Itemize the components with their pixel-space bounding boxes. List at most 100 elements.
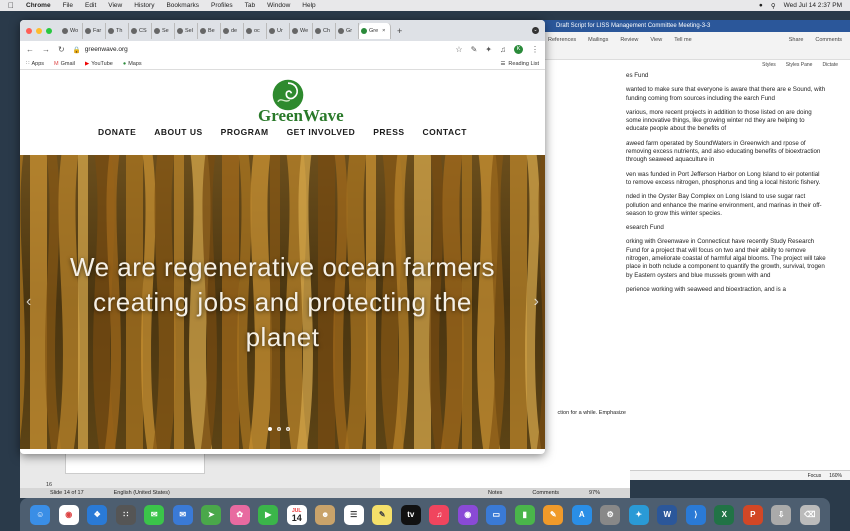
menu-bookmarks[interactable]: Bookmarks <box>166 2 199 9</box>
bookmark-youtube[interactable]: ▶ YouTube <box>85 61 113 67</box>
carousel-prev-arrow-icon[interactable]: ‹ <box>26 293 31 311</box>
music-icon[interactable]: ♫ <box>429 504 450 525</box>
address-bar[interactable]: 🔒 greenwave.org <box>73 44 448 56</box>
wifi-icon[interactable]: ● <box>759 2 763 9</box>
bookmark-gmail[interactable]: M Gmail <box>54 61 75 67</box>
browser-tab[interactable]: Sel <box>175 22 198 39</box>
system-preferences-icon[interactable]: ⚙ <box>600 504 621 525</box>
menu-view[interactable]: View <box>108 2 122 9</box>
focus-button[interactable]: Focus <box>808 473 822 479</box>
browser-tab[interactable]: Se <box>152 22 175 39</box>
nav-get-involved[interactable]: GET INVOLVED <box>287 127 356 137</box>
powerpoint-dock-icon[interactable]: P <box>742 504 763 525</box>
bookmark-maps[interactable]: ● Maps <box>123 61 142 67</box>
browser-tab[interactable]: We <box>290 22 313 39</box>
carousel-next-arrow-icon[interactable]: › <box>534 293 539 311</box>
nav-donate[interactable]: DONATE <box>98 127 136 137</box>
zoom-window-button[interactable] <box>46 27 52 34</box>
notes-button[interactable]: Notes <box>488 490 502 496</box>
menu-history[interactable]: History <box>134 2 154 9</box>
menu-file[interactable]: File <box>63 2 73 9</box>
chrome-dock-icon[interactable]: ◉ <box>58 504 79 525</box>
browser-tab[interactable]: Ur <box>267 22 290 39</box>
browser-tab[interactable]: Be <box>198 22 221 39</box>
word-tab-review[interactable]: Review <box>618 36 640 55</box>
back-icon[interactable]: ← <box>26 45 34 54</box>
safari-icon[interactable]: ❖ <box>87 504 108 525</box>
bookmark-star-icon[interactable]: ☆ <box>455 45 462 54</box>
tab-search-icon[interactable]: ⌄ <box>532 27 539 34</box>
apple-menu-icon[interactable]:  <box>8 1 14 10</box>
word-tell-me[interactable]: Tell me <box>672 36 693 55</box>
nav-about-us[interactable]: ABOUT US <box>154 127 202 137</box>
reminders-icon[interactable]: ☰ <box>343 504 364 525</box>
vscode-icon[interactable]: ⟩ <box>685 504 706 525</box>
menu-window[interactable]: Window <box>267 2 290 9</box>
comments-button[interactable]: Comments <box>532 490 559 496</box>
kebab-menu-icon[interactable]: ⋮ <box>531 45 539 54</box>
dictate-button[interactable]: Dictate <box>822 62 838 68</box>
nav-contact[interactable]: CONTACT <box>423 127 467 137</box>
reload-icon[interactable]: ↻ <box>58 45 65 54</box>
hero-carousel[interactable]: We are regenerative ocean farmers creati… <box>20 155 545 449</box>
profile-avatar[interactable]: K <box>514 45 523 54</box>
apple-tv-icon[interactable]: tv <box>400 504 421 525</box>
carousel-dot[interactable] <box>268 427 272 431</box>
finder-icon[interactable]: ☺ <box>30 504 51 525</box>
forward-icon[interactable]: → <box>42 45 50 54</box>
photos-icon[interactable]: ✿ <box>229 504 250 525</box>
podcasts-icon[interactable]: ◉ <box>457 504 478 525</box>
word-document-body[interactable]: es Fund wanted to make sure that everyon… <box>626 72 826 300</box>
facetime-icon[interactable]: ▶ <box>258 504 279 525</box>
menu-profiles[interactable]: Profiles <box>211 2 233 9</box>
slide-thumbnail[interactable] <box>65 452 205 474</box>
mail-icon[interactable]: ✉ <box>172 504 193 525</box>
word-share-button[interactable]: Share <box>787 36 806 55</box>
browser-tab[interactable]: oc <box>244 22 267 39</box>
menu-edit[interactable]: Edit <box>85 2 96 9</box>
browser-tab[interactable]: CS <box>129 22 152 39</box>
contacts-icon[interactable]: ☻ <box>315 504 336 525</box>
carousel-dot[interactable] <box>286 427 290 431</box>
trash-icon[interactable]: ⌫ <box>799 504 820 525</box>
browser-tab[interactable]: Wo <box>60 22 83 39</box>
keynote-icon[interactable]: ▭ <box>486 504 507 525</box>
ppt-zoom[interactable]: 97% <box>589 490 600 496</box>
reading-list-button[interactable]: ☰ Reading List <box>500 61 539 67</box>
close-window-button[interactable] <box>26 27 32 34</box>
greenwave-logo[interactable]: GreenWave <box>232 78 344 126</box>
browser-tab[interactable]: de <box>221 22 244 39</box>
browser-tab[interactable]: Gr <box>336 22 359 39</box>
media-icon[interactable]: ♫ <box>500 45 506 54</box>
word-dock-icon[interactable]: W <box>657 504 678 525</box>
new-tab-button[interactable]: + <box>397 26 402 36</box>
app-menu-chrome[interactable]: Chrome <box>26 2 51 9</box>
menu-help[interactable]: Help <box>302 2 315 9</box>
menu-tab[interactable]: Tab <box>245 2 255 9</box>
maps-icon[interactable]: ➤ <box>201 504 222 525</box>
nav-program[interactable]: PROGRAM <box>221 127 269 137</box>
extensions-icon[interactable]: ✦ <box>485 45 492 54</box>
slide-canvas[interactable]: ction for a while. Emphasize <box>380 410 630 488</box>
browser-tab[interactable]: Th <box>106 22 129 39</box>
calendar-icon[interactable]: JUL 14 <box>286 504 307 525</box>
styles-pane-button[interactable]: Styles Pane <box>786 62 813 68</box>
app-store-icon[interactable]: A <box>571 504 592 525</box>
eyedropper-icon[interactable]: ✎ <box>471 45 478 54</box>
word-comments-button[interactable]: Comments <box>813 36 844 55</box>
search-icon[interactable]: ⚲ <box>771 2 776 10</box>
numbers-icon[interactable]: ▮ <box>514 504 535 525</box>
nav-press[interactable]: PRESS <box>373 127 404 137</box>
excel-dock-icon[interactable]: X <box>714 504 735 525</box>
zoom-level[interactable]: 160% <box>829 473 842 479</box>
minimize-window-button[interactable] <box>36 27 42 34</box>
menubar-clock[interactable]: Wed Jul 14 2:37 PM <box>784 2 842 9</box>
carousel-dot[interactable] <box>277 427 281 431</box>
word-tab-references[interactable]: References <box>546 36 578 55</box>
styles-button[interactable]: Styles <box>762 62 776 68</box>
bookmark-apps[interactable]: ∷ Apps <box>26 61 44 67</box>
pages-icon[interactable]: ✎ <box>543 504 564 525</box>
word-tab-view[interactable]: View <box>648 36 664 55</box>
browser-tab-active[interactable]: Gre × <box>359 22 391 39</box>
word-tab-mailings[interactable]: Mailings <box>586 36 610 55</box>
